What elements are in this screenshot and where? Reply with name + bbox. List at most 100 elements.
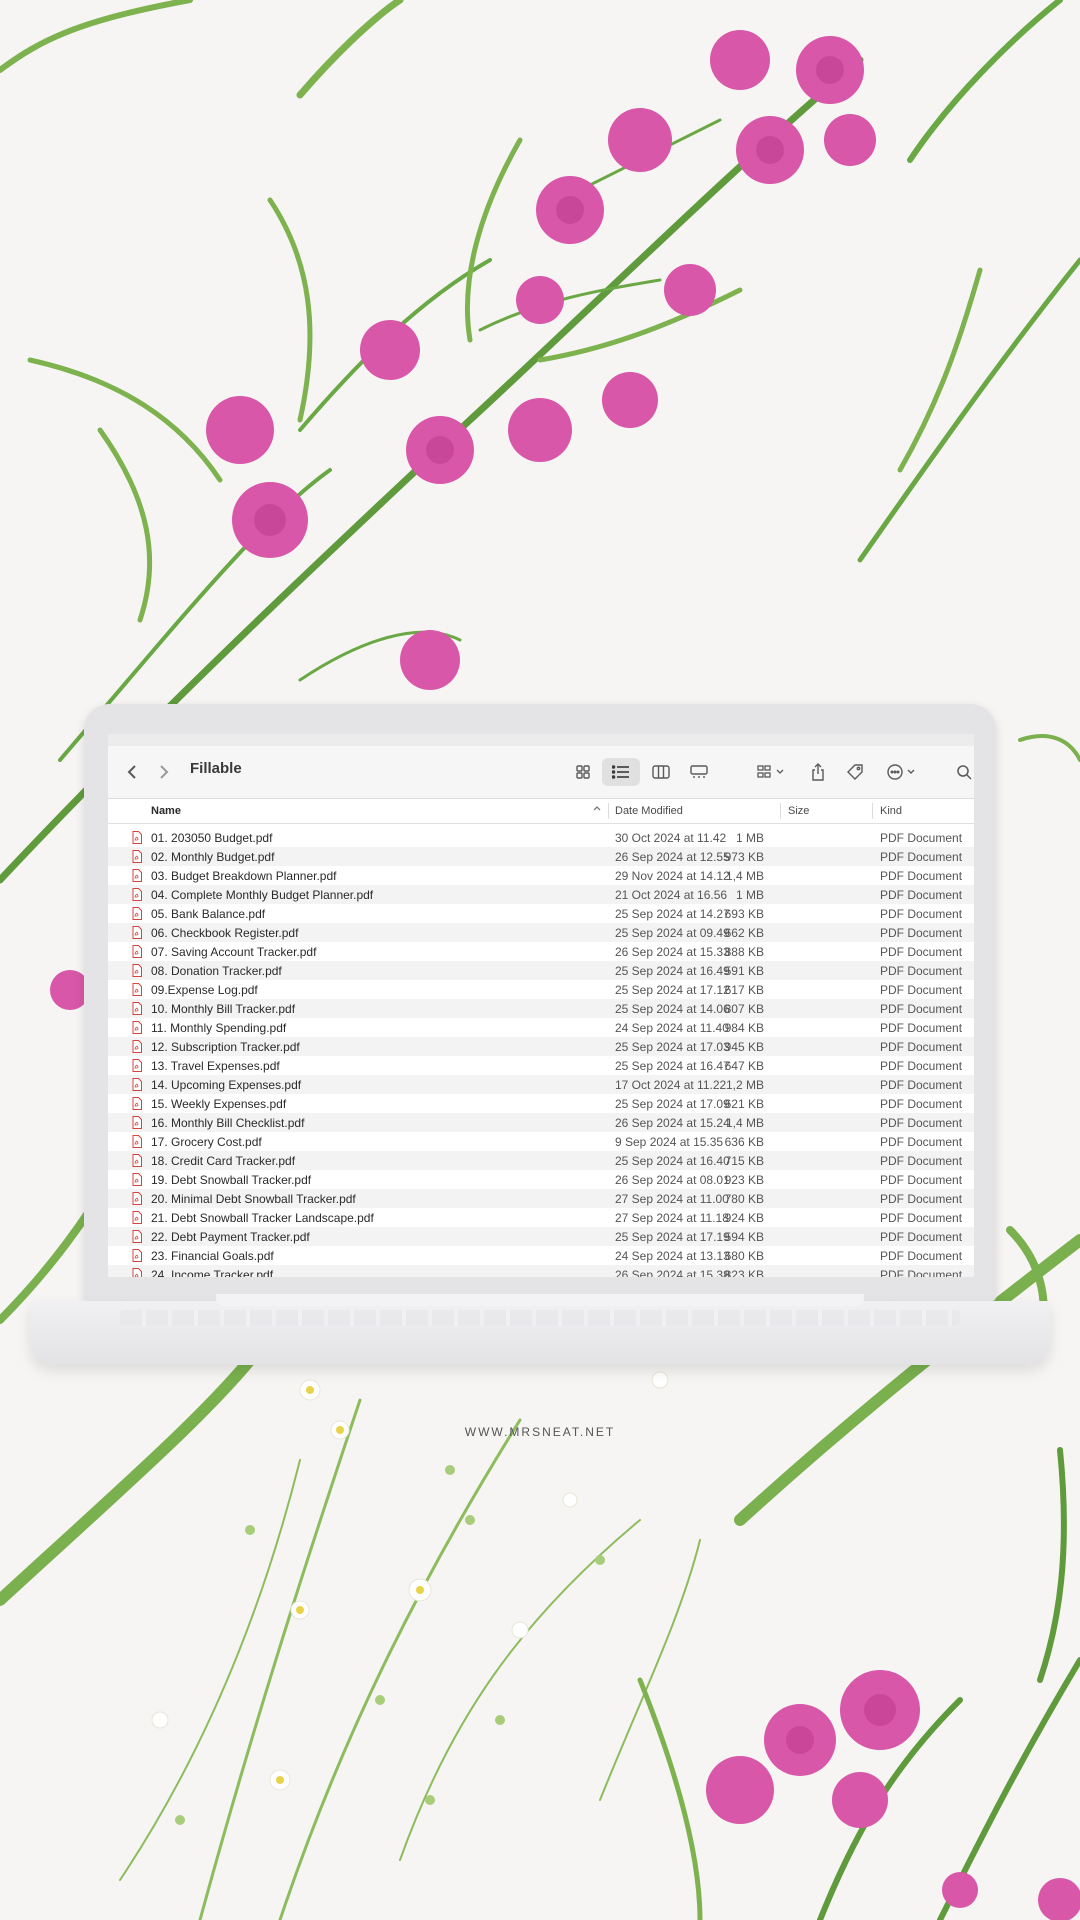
- file-row[interactable]: 10. Monthly Bill Tracker.pdf 25 Sep 2024 …: [108, 999, 974, 1018]
- laptop-trackpad-notch: [216, 1294, 864, 1306]
- file-row[interactable]: 18. Credit Card Tracker.pdf 25 Sep 2024 a…: [108, 1151, 974, 1170]
- file-kind: PDF Document: [880, 983, 963, 997]
- file-row[interactable]: 11. Monthly Spending.pdf 24 Sep 2024 at 1…: [108, 1018, 974, 1037]
- file-row[interactable]: 06. Checkbook Register.pdf 25 Sep 2024 at…: [108, 923, 974, 942]
- file-name: 04. Complete Monthly Budget Planner.pdf: [151, 888, 374, 902]
- sort-chevron-up-icon[interactable]: [592, 803, 602, 816]
- pdf-file-icon: [132, 888, 142, 901]
- file-name: 07. Saving Account Tracker.pdf: [151, 945, 317, 959]
- list-view-icon[interactable]: [602, 758, 640, 786]
- file-name: 24. Income Tracker.pdf: [151, 1268, 274, 1277]
- file-row[interactable]: 19. Debt Snowball Tracker.pdf 26 Sep 2024…: [108, 1170, 974, 1189]
- file-row[interactable]: 09.Expense Log.pdf 25 Sep 2024 at 17.12 61…: [108, 980, 974, 999]
- file-size: 1,4 MB: [725, 869, 764, 883]
- file-row[interactable]: 17. Grocery Cost.pdf 9 Sep 2024 at 15.35 6…: [108, 1132, 974, 1151]
- finder-toolbar: Fillable: [108, 746, 974, 799]
- file-kind: PDF Document: [880, 1040, 963, 1054]
- pdf-file-icon: [132, 1230, 142, 1243]
- file-size: 823 KB: [724, 1268, 764, 1277]
- column-separator[interactable]: [872, 803, 873, 819]
- file-kind: PDF Document: [880, 1002, 963, 1016]
- file-name: 06. Checkbook Register.pdf: [151, 926, 299, 940]
- column-view-icon[interactable]: [646, 758, 676, 786]
- pdf-file-icon: [132, 964, 142, 977]
- file-size: 693 KB: [724, 907, 764, 921]
- file-name: 15. Weekly Expenses.pdf: [151, 1097, 287, 1111]
- pdf-file-icon: [132, 1154, 142, 1167]
- group-icon[interactable]: [752, 758, 792, 786]
- pdf-file-icon: [132, 1097, 142, 1110]
- pdf-file-icon: [132, 1268, 142, 1277]
- pdf-file-icon: [132, 1173, 142, 1186]
- file-kind: PDF Document: [880, 1135, 963, 1149]
- pdf-file-icon: [132, 831, 142, 844]
- file-name: 09.Expense Log.pdf: [151, 983, 258, 997]
- file-size: 780 KB: [724, 1192, 764, 1206]
- file-kind: PDF Document: [880, 1116, 963, 1130]
- file-size: 924 KB: [724, 1211, 764, 1225]
- file-row[interactable]: 21. Debt Snowball Tracker Landscape.pdf 2…: [108, 1208, 974, 1227]
- file-row[interactable]: 02. Monthly Budget.pdf 26 Sep 2024 at 12.…: [108, 847, 974, 866]
- column-header-name[interactable]: Name: [151, 805, 181, 817]
- file-date-modified: 25 Sep 2024 at 09.49: [615, 926, 730, 940]
- file-date-modified: 17 Oct 2024 at 11.22: [615, 1078, 727, 1092]
- chevron-right-icon[interactable]: [154, 758, 174, 786]
- file-row[interactable]: 04. Complete Monthly Budget Planner.pdf 2…: [108, 885, 974, 904]
- pdf-file-icon: [132, 1116, 142, 1129]
- pdf-file-icon: [132, 1021, 142, 1034]
- gallery-view-icon[interactable]: [684, 758, 714, 786]
- file-kind: PDF Document: [880, 945, 963, 959]
- file-row[interactable]: 01. 203050 Budget.pdf 30 Oct 2024 at 11.4…: [108, 828, 974, 847]
- file-row[interactable]: 20. Minimal Debt Snowball Tracker.pdf 27 …: [108, 1189, 974, 1208]
- pdf-file-icon: [132, 907, 142, 920]
- file-row[interactable]: 07. Saving Account Tracker.pdf 26 Sep 202…: [108, 942, 974, 961]
- file-name: 13. Travel Expenses.pdf: [151, 1059, 280, 1073]
- file-row[interactable]: 08. Donation Tracker.pdf 25 Sep 2024 at 1…: [108, 961, 974, 980]
- file-size: 594 KB: [724, 1230, 764, 1244]
- file-kind: PDF Document: [880, 1173, 963, 1187]
- file-kind: PDF Document: [880, 1154, 963, 1168]
- file-row[interactable]: 13. Travel Expenses.pdf 25 Sep 2024 at 16…: [108, 1056, 974, 1075]
- column-separator[interactable]: [608, 803, 609, 819]
- file-row[interactable]: 03. Budget Breakdown Planner.pdf 29 Nov 2…: [108, 866, 974, 885]
- file-date-modified: 25 Sep 2024 at 17.09: [615, 1097, 730, 1111]
- file-row[interactable]: 12. Subscription Tracker.pdf 25 Sep 2024 …: [108, 1037, 974, 1056]
- file-name: 23. Financial Goals.pdf: [151, 1249, 274, 1263]
- chevron-left-icon[interactable]: [122, 758, 142, 786]
- file-date-modified: 24 Sep 2024 at 13.13: [615, 1249, 730, 1263]
- file-name: 11. Monthly Spending.pdf: [151, 1021, 287, 1035]
- file-name: 17. Grocery Cost.pdf: [151, 1135, 262, 1149]
- file-size: 945 KB: [724, 1040, 764, 1054]
- file-name: 14. Upcoming Expenses.pdf: [151, 1078, 302, 1092]
- tag-icon[interactable]: [842, 758, 868, 786]
- share-icon[interactable]: [806, 758, 830, 786]
- pdf-file-icon: [132, 1040, 142, 1053]
- column-header-date-modified[interactable]: Date Modified: [615, 805, 683, 817]
- file-size: 662 KB: [724, 926, 764, 940]
- grid-view-icon[interactable]: [568, 758, 598, 786]
- file-row[interactable]: 16. Monthly Bill Checklist.pdf 26 Sep 202…: [108, 1113, 974, 1132]
- file-kind: PDF Document: [880, 907, 963, 921]
- file-name: 20. Minimal Debt Snowball Tracker.pdf: [151, 1192, 356, 1206]
- column-separator[interactable]: [780, 803, 781, 819]
- file-row[interactable]: 15. Weekly Expenses.pdf 25 Sep 2024 at 17…: [108, 1094, 974, 1113]
- file-row[interactable]: 22. Debt Payment Tracker.pdf 25 Sep 2024 …: [108, 1227, 974, 1246]
- pdf-file-icon: [132, 1192, 142, 1205]
- pdf-file-icon: [132, 1249, 142, 1262]
- file-size: 1 MB: [735, 888, 764, 902]
- laptop-keyboard: [120, 1310, 960, 1326]
- file-size: 647 KB: [724, 1059, 764, 1073]
- column-header-size[interactable]: Size: [788, 805, 809, 817]
- file-kind: PDF Document: [880, 1097, 963, 1111]
- file-name: 02. Monthly Budget.pdf: [151, 850, 275, 864]
- file-size: 807 KB: [724, 1002, 764, 1016]
- file-row[interactable]: 05. Bank Balance.pdf 25 Sep 2024 at 14.27…: [108, 904, 974, 923]
- file-row[interactable]: 14. Upcoming Expenses.pdf 17 Oct 2024 at …: [108, 1075, 974, 1094]
- column-header-kind[interactable]: Kind: [880, 805, 902, 817]
- file-row[interactable]: 24. Income Tracker.pdf 26 Sep 2024 at 15.…: [108, 1265, 974, 1277]
- file-date-modified: 25 Sep 2024 at 17.12: [615, 983, 730, 997]
- search-icon[interactable]: [956, 758, 974, 786]
- file-size: 984 KB: [724, 1021, 764, 1035]
- more-icon[interactable]: [882, 758, 922, 786]
- file-row[interactable]: 23. Financial Goals.pdf 24 Sep 2024 at 13…: [108, 1246, 974, 1265]
